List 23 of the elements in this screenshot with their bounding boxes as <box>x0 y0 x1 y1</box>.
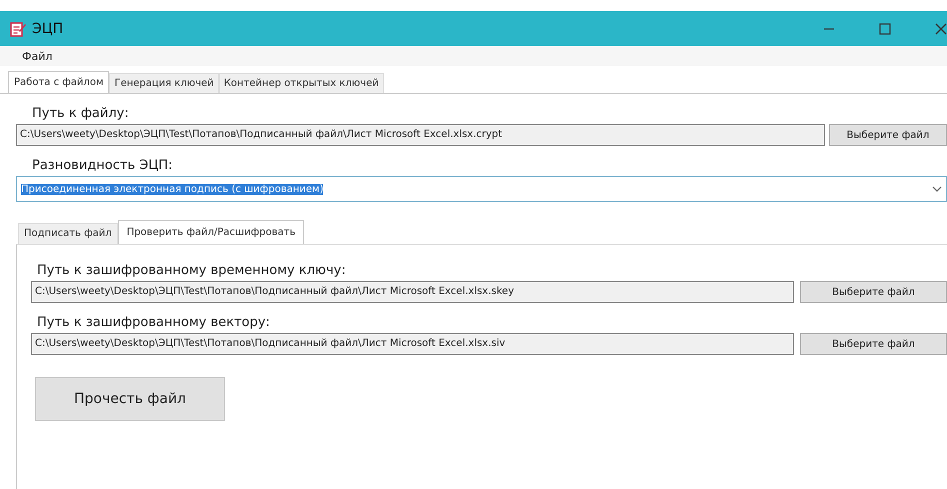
tab[interactable]: Контейнер открытых ключей <box>218 73 384 93</box>
file-path-field[interactable]: C:\Users\weety\Desktop\ЭЦП\Test\Потапов\Подписанный файл\Лист Microsoft Excel.xlsx.siv <box>31 333 794 355</box>
field-label: Путь к зашифрованному временному ключу: <box>37 263 347 278</box>
chevron-down-icon <box>932 186 942 192</box>
maximize-icon[interactable] <box>879 22 891 34</box>
field-label: Путь к зашифрованному вектору: <box>37 315 271 330</box>
menu-item[interactable]: Файл <box>22 50 52 62</box>
choose-file-button[interactable]: Выберите файл <box>829 124 947 146</box>
tab[interactable]: Генерация ключей <box>109 73 219 93</box>
window-title: ЭЦП <box>32 20 64 36</box>
choose-file-button[interactable]: Выберите файл <box>800 333 947 355</box>
tab[interactable]: Подписать файл <box>18 223 118 244</box>
notepad-icon <box>10 20 26 36</box>
read-file-button[interactable]: Прочесть файл <box>35 377 225 421</box>
file-path-field[interactable]: C:\Users\weety\Desktop\ЭЦП\Test\Потапов\Подписанный файл\Лист Microsoft Excel.xlsx.crypt <box>16 124 825 146</box>
close-icon[interactable] <box>935 22 947 34</box>
tab[interactable]: Проверить файл/Расшифровать <box>118 220 304 244</box>
field-label: Разновидность ЭЦП: <box>32 158 174 173</box>
choose-file-button[interactable]: Выберите файл <box>800 281 947 303</box>
field-label: Путь к файлу: <box>32 106 130 121</box>
tab[interactable]: Работа с файлом <box>8 71 110 93</box>
file-path-field[interactable]: C:\Users\weety\Desktop\ЭЦП\Test\Потапов\Подписанный файл\Лист Microsoft Excel.xlsx.skey <box>31 281 794 303</box>
signature-type-dropdown[interactable]: Присоединенная электронная подпись (с шифрованием) <box>16 176 947 202</box>
